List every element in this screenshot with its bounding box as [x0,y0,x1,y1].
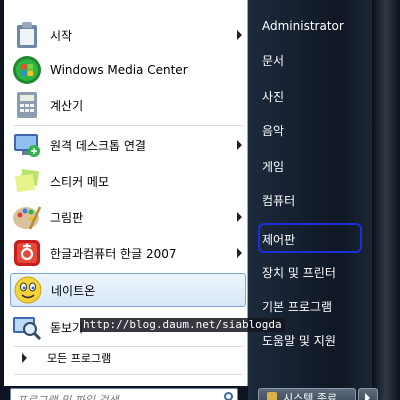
program-item-paint[interactable]: 그림판 [10,200,246,234]
calculator-icon [12,90,42,120]
program-item-windows-media-center[interactable]: Windows Media Center [10,53,246,87]
control-panel-highlight [258,223,362,253]
paint-icon [12,202,42,232]
magnifier-icon [12,312,42,342]
program-label: 돋보기 [50,320,84,335]
program-label: 네이트온 [51,283,96,298]
all-programs-label: 모든 프로그램 [47,352,112,365]
submenu-arrow-icon [237,212,242,222]
program-item-remote-desktop[interactable]: 원격 데스크톱 연결 [10,128,246,162]
clipboard-icon [12,20,42,50]
lock-icon [267,392,277,400]
search-box[interactable] [10,388,238,400]
submenu-arrow-icon [237,30,242,40]
place-devices-and-printers[interactable]: 장치 및 프린터 [262,259,336,285]
remote-desktop-icon [12,130,42,160]
program-item-startup[interactable]: 시작 [10,18,246,52]
program-label: 스티커 메모 [50,174,110,189]
place-computer[interactable]: 컴퓨터 [262,187,295,213]
program-label: Windows Media Center [50,63,188,77]
place-games[interactable]: 게임 [262,153,284,179]
program-item-sticky-notes[interactable]: 스티커 메모 [10,164,246,198]
place-administrator[interactable]: Administrator [262,13,344,39]
program-item-nateon[interactable]: 네이트온 [10,273,246,307]
program-label: 계산기 [50,98,84,113]
windows-media-center-icon [12,55,42,85]
place-pictures[interactable]: 사진 [262,83,284,109]
program-label: 시작 [50,28,73,43]
program-item-calculator[interactable]: 계산기 [10,88,246,122]
shutdown-label: 시스템 종료 [283,392,338,400]
hangul-icon [12,238,42,268]
place-music[interactable]: 음악 [262,117,284,143]
all-programs-button[interactable]: 모든 프로그램 [10,347,246,369]
program-label: 한글과컴퓨터 한글 2007 [50,246,177,261]
place-documents[interactable]: 문서 [262,47,284,73]
divider [14,374,242,375]
expand-arrow-icon [22,353,27,363]
sticky-notes-icon [12,166,42,196]
submenu-arrow-icon [237,248,242,258]
submenu-arrow-icon [237,140,242,150]
search-input[interactable] [15,391,219,400]
search-icon[interactable] [224,392,233,400]
place-default-programs[interactable]: 기본 프로그램 [262,293,332,319]
program-item-hangul-2007[interactable]: 한글과컴퓨터 한글 2007 [10,236,246,270]
program-label: 그림판 [50,210,84,225]
divider [14,125,242,126]
nateon-icon [13,275,43,305]
start-menu: 시작 Windows Media Center 계산기 원격 데스크톱 연결 스… [0,0,400,400]
program-label: 원격 데스크톱 연결 [50,138,146,153]
blog-watermark: http://blog.daum.net/siablogda [80,318,285,332]
shutdown-button[interactable]: 시스템 종료 [258,388,356,400]
shutdown-options-arrow[interactable] [358,388,378,400]
side-decoration [372,0,400,400]
